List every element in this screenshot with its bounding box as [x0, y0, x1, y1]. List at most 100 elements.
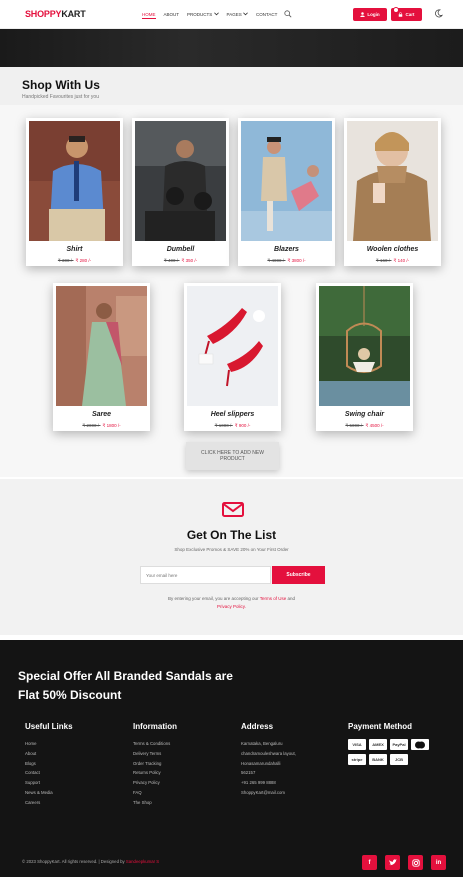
- newsletter-title: Get On The List: [186, 528, 277, 542]
- lock-icon: [399, 12, 403, 17]
- footer-link[interactable]: Delivery Terms: [133, 749, 177, 759]
- main-menu: HOME ABOUT PRODUCTS PAGES CONTACT: [142, 12, 277, 19]
- search-icon[interactable]: [284, 10, 292, 18]
- login-label: Login: [367, 12, 380, 17]
- twitter-icon[interactable]: [385, 855, 400, 870]
- privacy-link[interactable]: Privacy Policy.: [217, 604, 246, 609]
- footer-payment: Payment Method VISA AMEX PayPal stripe B…: [348, 722, 429, 769]
- shop-subtitle: Handpicked Favourites just for you: [22, 94, 99, 100]
- product-image-swing-chair: [319, 286, 410, 406]
- address-line: 562157: [241, 770, 256, 776]
- product-card[interactable]: Blazers ₹ 4000 /- ₹ 3800 /-: [238, 118, 335, 266]
- chevron-down-icon: [213, 12, 219, 16]
- product-card[interactable]: Heel slippers ₹ 1000 /- ₹ 900 /-: [184, 283, 281, 431]
- payment-row: stripe BANK JCB: [348, 754, 429, 765]
- product-name: Dumbell: [166, 246, 195, 253]
- footer-address: Address Karnataka, Bengaluru chandramoul…: [241, 722, 296, 798]
- product-name: Saree: [91, 411, 112, 418]
- footer-link[interactable]: The Shop: [133, 798, 177, 808]
- footer-link[interactable]: Privacy Policy: [133, 778, 177, 788]
- payment-title: Payment Method: [348, 722, 413, 731]
- footer-information: Information Terms & Conditions Delivery …: [133, 722, 177, 808]
- address-title: Address: [241, 722, 274, 731]
- stripe-icon: stripe: [348, 754, 366, 765]
- product-image-saree: [56, 286, 147, 406]
- designer-link[interactable]: Sandeepkumar S: [126, 859, 159, 864]
- phone-text: +91 265 999 8888: [241, 780, 276, 786]
- footer-link[interactable]: Blogs: [25, 759, 73, 769]
- product-price: ₹ 4000 /- ₹ 3800 /-: [267, 258, 306, 263]
- menu-about[interactable]: ABOUT: [164, 12, 180, 19]
- address-line: Karnataka, Bengaluru: [241, 741, 283, 746]
- jcb-icon: JCB: [390, 754, 408, 765]
- amex-icon: AMEX: [369, 739, 387, 750]
- product-price: ₹ 160 /- ₹ 140 /-: [375, 258, 410, 263]
- product-card[interactable]: Dumbell ₹ 400 /- ₹ 350 /-: [132, 118, 229, 266]
- product-card[interactable]: Woolen clothes ₹ 160 /- ₹ 140 /-: [344, 118, 441, 266]
- product-image-heel-slippers: [187, 286, 278, 406]
- offer-text: Special Offer All Branded Sandals are Fl…: [18, 669, 233, 703]
- product-name: Shirt: [66, 246, 83, 253]
- product-card[interactable]: Swing chair ₹ 5000 /- ₹ 4500 /-: [316, 283, 413, 431]
- footer-link[interactable]: Support: [25, 778, 73, 788]
- information-title: Information: [133, 722, 177, 731]
- paypal-icon: PayPal: [390, 739, 408, 750]
- address-line: chandramouleshwara layout,: [241, 750, 296, 756]
- user-icon: [360, 12, 366, 17]
- footer-link[interactable]: Terms & Conditions: [133, 739, 177, 749]
- email-field[interactable]: [140, 566, 271, 584]
- useful-links-title: Useful Links: [25, 722, 73, 731]
- shop-title: Shop With Us: [22, 78, 100, 92]
- footer-link[interactable]: Careers: [25, 798, 73, 808]
- footer-useful-links: Useful Links Home About Blogs Contact Su…: [25, 722, 73, 808]
- footer-link[interactable]: Home: [25, 739, 73, 749]
- copyright: © 2023 ShoppyKart. All rights reserved. …: [22, 859, 160, 864]
- product-card[interactable]: Saree ₹ 2000 /- ₹ 1800 /-: [53, 283, 150, 431]
- address-line: Honasamarundahalli: [241, 760, 281, 766]
- subscribe-button[interactable]: Subscribe: [272, 566, 325, 584]
- mail-icon: [222, 502, 244, 517]
- footer-link[interactable]: Returns Policy: [133, 768, 177, 778]
- footer-link[interactable]: FAQ: [133, 788, 177, 798]
- bank-icon: BANK: [369, 754, 387, 765]
- menu-contact[interactable]: CONTACT: [256, 12, 277, 19]
- product-name: Blazers: [274, 246, 299, 253]
- hero-banner: [0, 29, 463, 67]
- site-logo[interactable]: SHOPPYKART: [25, 9, 86, 19]
- login-button[interactable]: Login: [353, 8, 387, 21]
- cart-count-badge: [393, 7, 399, 13]
- linkedin-icon[interactable]: in: [431, 855, 446, 870]
- footer-link[interactable]: News & Media: [25, 788, 73, 798]
- terms-link[interactable]: Terms of Use: [260, 596, 287, 601]
- newsletter-note: By entering your email, you are acceptin…: [167, 596, 296, 610]
- menu-pages[interactable]: PAGES: [227, 12, 248, 19]
- product-image-shirt: [29, 121, 120, 241]
- cart-label: Cart: [405, 12, 415, 17]
- product-price: ₹ 300 /- ₹ 280 /-: [57, 258, 92, 263]
- chevron-down-icon: [243, 12, 248, 16]
- moon-icon[interactable]: [434, 9, 443, 18]
- instagram-icon[interactable]: [408, 855, 423, 870]
- footer-link[interactable]: About: [25, 749, 73, 759]
- product-card[interactable]: Shirt ₹ 300 /- ₹ 280 /-: [26, 118, 123, 266]
- product-price: ₹ 2000 /- ₹ 1800 /-: [82, 423, 121, 428]
- facebook-icon[interactable]: f: [362, 855, 377, 870]
- menu-home[interactable]: HOME: [142, 12, 156, 19]
- menu-products[interactable]: PRODUCTS: [187, 12, 219, 19]
- footer-link[interactable]: Contact: [25, 768, 73, 778]
- product-price: ₹ 400 /- ₹ 350 /-: [163, 258, 198, 263]
- product-name: Swing chair: [344, 411, 385, 418]
- mastercard-icon: [411, 739, 429, 750]
- newsletter-subtitle: Shop Exclusive Promos & SAVE 20% on Your…: [174, 547, 289, 552]
- product-image-dumbell: [135, 121, 226, 241]
- product-name: Woolen clothes: [366, 246, 419, 253]
- navbar: SHOPPYKART HOME ABOUT PRODUCTS PAGES CON…: [0, 0, 463, 29]
- visa-icon: VISA: [348, 739, 366, 750]
- add-product-button[interactable]: CLICK HERE TO ADD NEW PRODUCT: [186, 442, 279, 470]
- product-price: ₹ 5000 /- ₹ 4500 /-: [345, 423, 384, 428]
- email-link[interactable]: ShoppyKart@mail.com: [241, 788, 296, 798]
- payment-row: VISA AMEX PayPal: [348, 739, 429, 750]
- footer-link[interactable]: Order Tracking: [133, 759, 177, 769]
- product-price: ₹ 1000 /- ₹ 900 /-: [214, 423, 251, 428]
- product-name: Heel slippers: [210, 411, 255, 418]
